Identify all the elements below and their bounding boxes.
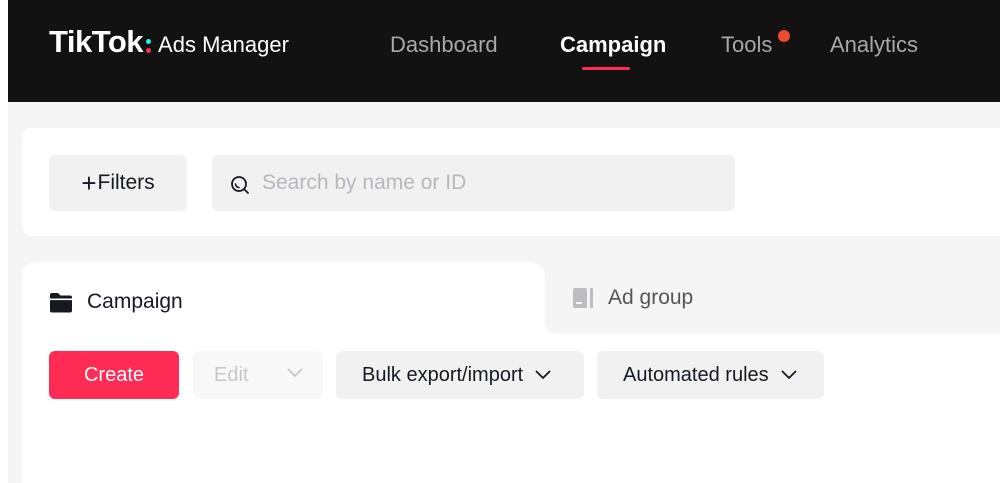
- nav-analytics[interactable]: Analytics: [830, 32, 918, 58]
- folder-icon: [50, 292, 72, 312]
- logo-colon-icon: [146, 39, 152, 53]
- filters-button-label: Filters: [97, 171, 155, 194]
- tab-campaign[interactable]: Campaign: [22, 262, 545, 342]
- tab-ad-group-label: Ad group: [608, 286, 694, 309]
- tiktok-ads-manager-logo[interactable]: TikTok Ads Manager: [49, 24, 289, 60]
- filters-button[interactable]: + Filters: [49, 155, 187, 211]
- chevron-down-icon: [535, 370, 551, 379]
- tab-campaign-label: Campaign: [87, 290, 183, 313]
- tools-notification-dot: [778, 30, 790, 42]
- bulk-export-import-dropdown[interactable]: Bulk export/import: [336, 351, 584, 399]
- search-box[interactable]: [212, 155, 735, 211]
- create-button[interactable]: Create: [49, 351, 179, 399]
- tab-ad-group[interactable]: Ad group: [545, 262, 1000, 334]
- nav-campaign[interactable]: Campaign: [560, 32, 666, 58]
- plus-icon: +: [81, 168, 97, 198]
- chevron-down-icon: [287, 368, 303, 377]
- edit-dropdown-label: Edit: [214, 363, 249, 386]
- nav-tools[interactable]: Tools: [721, 32, 772, 58]
- active-nav-indicator: [582, 67, 630, 70]
- search-icon: [231, 176, 249, 194]
- search-input[interactable]: [262, 171, 702, 195]
- automated-rules-dropdown[interactable]: Automated rules: [597, 351, 824, 399]
- create-button-label: Create: [83, 363, 145, 386]
- nav-dashboard[interactable]: Dashboard: [390, 32, 498, 58]
- automated-rules-label: Automated rules: [623, 363, 769, 386]
- ad-group-icon: [573, 288, 593, 308]
- edit-dropdown[interactable]: Edit: [193, 351, 323, 399]
- logo-brand: TikTok: [49, 24, 144, 59]
- chevron-down-icon: [781, 370, 797, 379]
- logo-product: Ads Manager: [158, 32, 289, 57]
- bulk-export-import-label: Bulk export/import: [362, 363, 524, 386]
